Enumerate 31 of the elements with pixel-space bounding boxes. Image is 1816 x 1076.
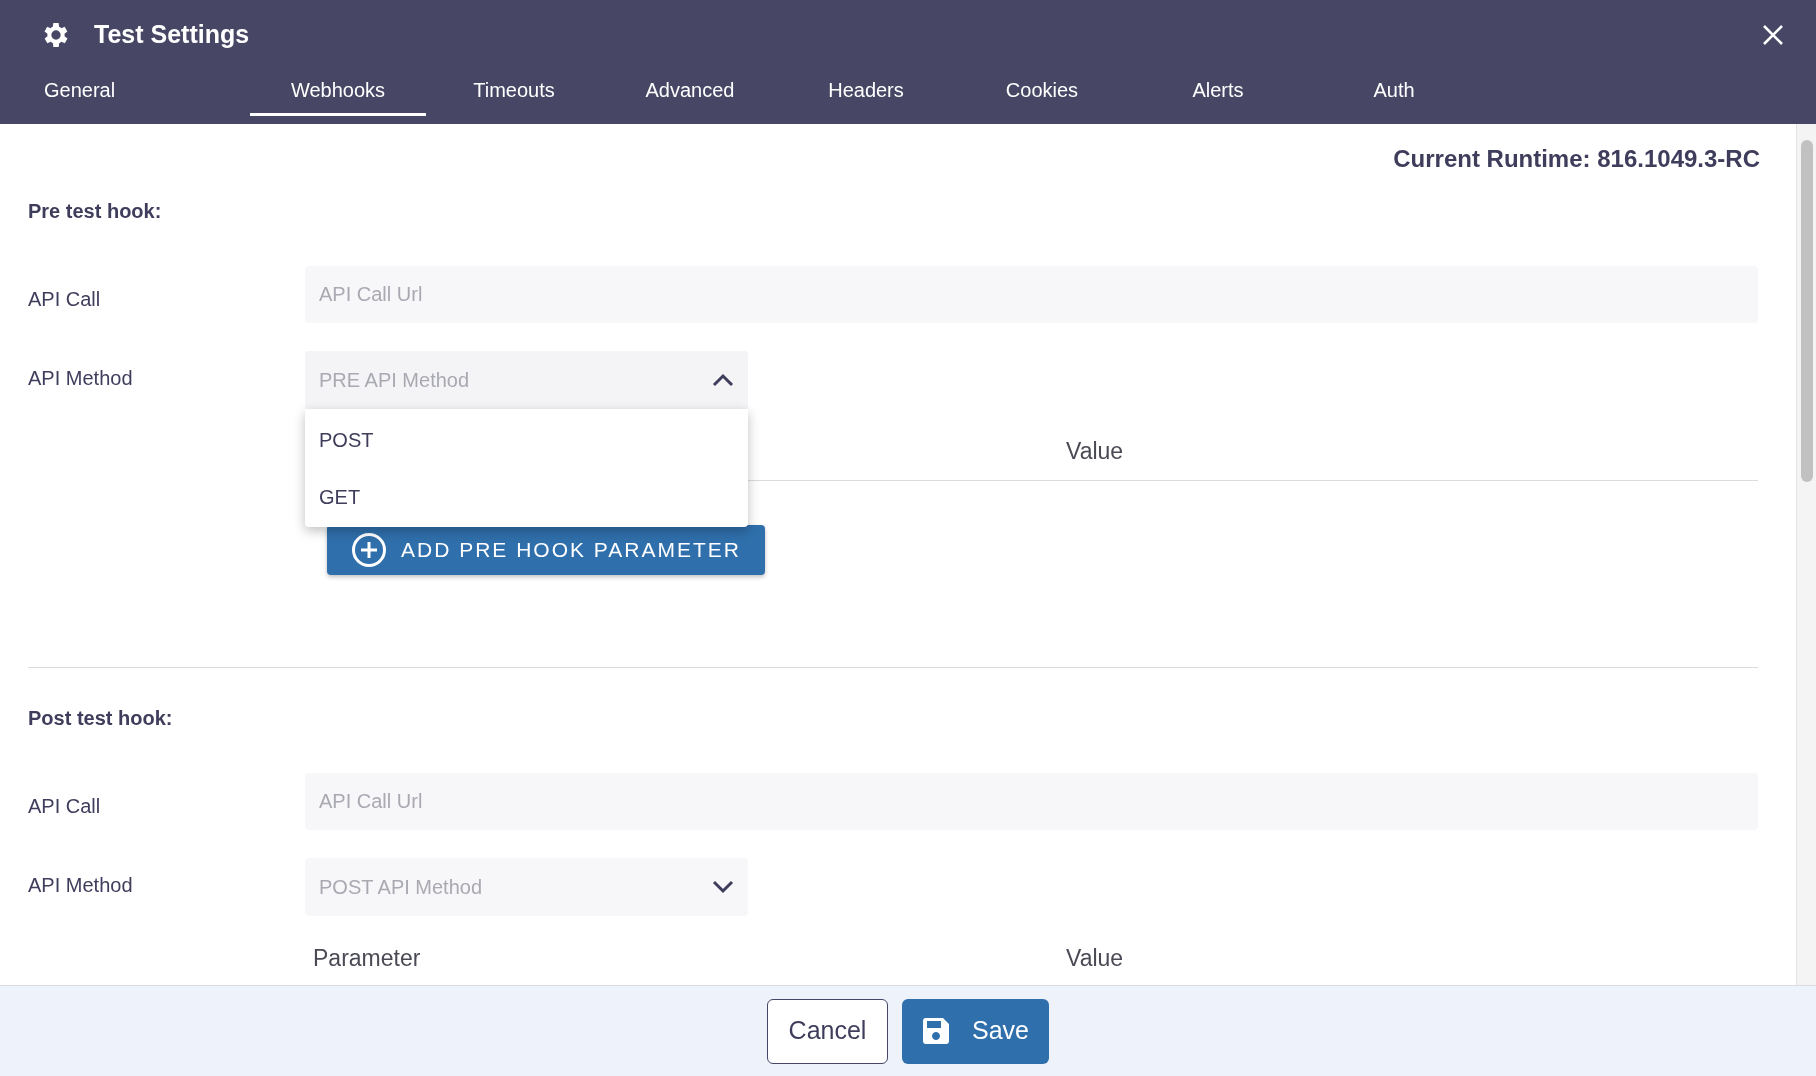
tab[interactable]: Auth [1306, 66, 1482, 116]
chevron-up-icon [712, 373, 734, 387]
tab[interactable]: General [44, 66, 220, 116]
runtime-label: Current Runtime: 816.1049.3-RC [1393, 144, 1760, 174]
dropdown-option[interactable]: POST [305, 411, 748, 468]
tab[interactable]: Alerts [1130, 66, 1306, 116]
dropdown-option[interactable]: GET [305, 468, 748, 525]
cancel-button[interactable]: Cancel [767, 998, 888, 1064]
field-label: API Method [28, 873, 134, 898]
save-button[interactable]: Save [902, 998, 1049, 1064]
chevron-down-icon [712, 880, 734, 894]
api-call-input[interactable]: API Call Url [305, 773, 1758, 830]
field-label: API Call [28, 286, 102, 312]
section-title: Pre test hook: [28, 199, 163, 224]
api-call-input[interactable]: API Call Url [305, 266, 1758, 323]
tab[interactable]: Headers [778, 66, 954, 116]
dialog-title: Test Settings [94, 19, 250, 51]
plus-circle-icon [351, 532, 387, 568]
scrollbar-thumb[interactable] [1800, 140, 1813, 482]
column-header: Value [1065, 437, 1125, 467]
field-label: API Method [28, 366, 134, 391]
tab[interactable]: Webhooks [250, 66, 426, 116]
tab[interactable]: Advanced [602, 66, 778, 116]
close-icon[interactable] [1762, 24, 1784, 46]
field-label: API Call [28, 793, 102, 819]
tab[interactable]: Timeouts [426, 66, 602, 116]
column-header: Value [1065, 944, 1125, 974]
column-header: Parameter [312, 944, 422, 974]
section-title: Post test hook: [28, 706, 174, 731]
tab[interactable]: Cookies [954, 66, 1130, 116]
add-parameter-button[interactable]: ADD PRE HOOK PARAMETER [327, 525, 765, 575]
